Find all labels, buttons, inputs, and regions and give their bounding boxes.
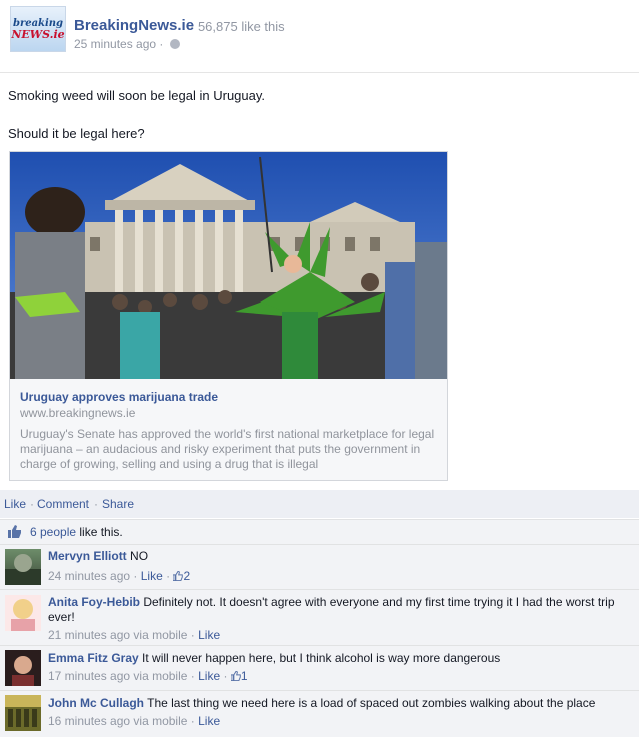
meta-separator: · (223, 669, 228, 683)
link-attachment[interactable]: Uruguay approves marijuana trade www.bre… (9, 151, 448, 481)
comment-text: It will never happen here, but I think a… (138, 651, 501, 665)
attachment-photo[interactable] (10, 152, 447, 379)
post-header: breaking NEWS.ie BreakingNews.ie · 56,87… (10, 6, 630, 56)
page-name-link[interactable]: BreakingNews.ie (74, 17, 194, 34)
attachment-domain: www.breakingnews.ie (20, 406, 136, 420)
comment-item: John Mc Cullagh The last thing we need h… (0, 690, 639, 737)
meta-separator: · (166, 569, 171, 583)
action-separator: · (30, 497, 34, 511)
avatar-image (12, 656, 34, 686)
comment-like-button[interactable]: Like (141, 569, 163, 583)
comment-meta: 16 minutes ago via mobile · Like (48, 714, 636, 729)
comment-author-link[interactable]: Mervyn Elliott (48, 549, 127, 563)
post-timestamp: 25 minutes ago · (74, 37, 180, 51)
comment-like-count[interactable]: 1 (241, 669, 248, 683)
attachment-title-link[interactable]: Uruguay approves marijuana trade (20, 390, 218, 404)
comment-like-button[interactable]: Like (198, 628, 220, 642)
comment-body: Emma Fitz Gray It will never happen here… (48, 651, 636, 684)
protest-photo-image (10, 152, 447, 379)
meta-separator: · (190, 669, 195, 683)
meta-separator: · (190, 714, 195, 728)
comment-time[interactable]: 16 minutes ago (48, 714, 130, 728)
post-line-2: Should it be legal here? (8, 126, 145, 141)
avatar-image (5, 554, 41, 585)
comment-like-button[interactable]: Like (198, 669, 220, 683)
comment-author-link[interactable]: Anita Foy-Hebib (48, 595, 140, 609)
avatar[interactable] (5, 650, 41, 686)
comment-like-count[interactable]: 2 (183, 569, 190, 583)
comment-author-link[interactable]: Emma Fitz Gray (48, 651, 139, 665)
page-likes-count: · 56,875 like this (190, 19, 285, 34)
attachment-description: Uruguay's Senate has approved the world'… (20, 427, 435, 471)
header-divider (0, 72, 639, 73)
action-separator: · (94, 497, 98, 511)
page-logo[interactable]: breaking NEWS.ie (10, 6, 66, 52)
avatar-image (11, 599, 35, 631)
globe-icon (169, 39, 180, 49)
avatar[interactable] (5, 695, 41, 731)
comment-item: Anita Foy-Hebib Definitely not. It doesn… (0, 589, 639, 645)
comment-author-link[interactable]: John Mc Cullagh (48, 696, 144, 710)
comment-body: Mervyn Elliott NO 24 minutes ago · Like … (48, 549, 636, 584)
comment-item: Emma Fitz Gray It will never happen here… (0, 645, 639, 690)
meta-separator: · (133, 569, 138, 583)
likes-suffix: like this. (76, 525, 123, 539)
avatar[interactable] (5, 549, 41, 585)
likes-people-link[interactable]: 6 people (30, 525, 76, 539)
avatar-image (5, 695, 41, 727)
comment-via: via mobile (130, 714, 188, 728)
comment-time[interactable]: 24 minutes ago (48, 569, 130, 583)
like-action[interactable]: Like (4, 497, 26, 511)
meta-separator: · (190, 628, 195, 642)
comment-meta: 17 minutes ago via mobile · Like · 1 (48, 669, 636, 684)
avatar[interactable] (5, 595, 41, 631)
comment-meta: 21 minutes ago via mobile · Like (48, 628, 636, 643)
comment-via: via mobile (130, 628, 188, 642)
comment-time[interactable]: 21 minutes ago (48, 628, 130, 642)
thumbs-up-icon (8, 525, 21, 538)
comment-time[interactable]: 17 minutes ago (48, 669, 130, 683)
likes-summary: 6 people like this. (0, 519, 639, 544)
share-action[interactable]: Share (102, 497, 134, 511)
comment-text: NO (126, 549, 149, 563)
post-line-1: Smoking weed will soon be legal in Urugu… (8, 88, 266, 103)
comment-via: via mobile (130, 669, 188, 683)
post-actions-bar: Like · Comment · Share (0, 490, 639, 518)
likes-summary-text: 6 people like this. (30, 525, 123, 539)
comment-body: Anita Foy-Hebib Definitely not. It doesn… (48, 595, 636, 643)
thumbs-up-icon (173, 571, 184, 581)
post-time-text[interactable]: 25 minutes ago · (74, 37, 163, 51)
comment-meta: 24 minutes ago · Like · 2 (48, 569, 636, 584)
comment-body: John Mc Cullagh The last thing we need h… (48, 696, 636, 729)
comment-like-button[interactable]: Like (198, 714, 220, 728)
thumbs-up-icon (230, 671, 241, 681)
logo-line-2: NEWS.ie (11, 28, 65, 41)
comment-text: The last thing we need here is a load of… (144, 696, 596, 710)
comment-item: Mervyn Elliott NO 24 minutes ago · Like … (0, 544, 639, 589)
comment-action[interactable]: Comment (37, 497, 89, 511)
